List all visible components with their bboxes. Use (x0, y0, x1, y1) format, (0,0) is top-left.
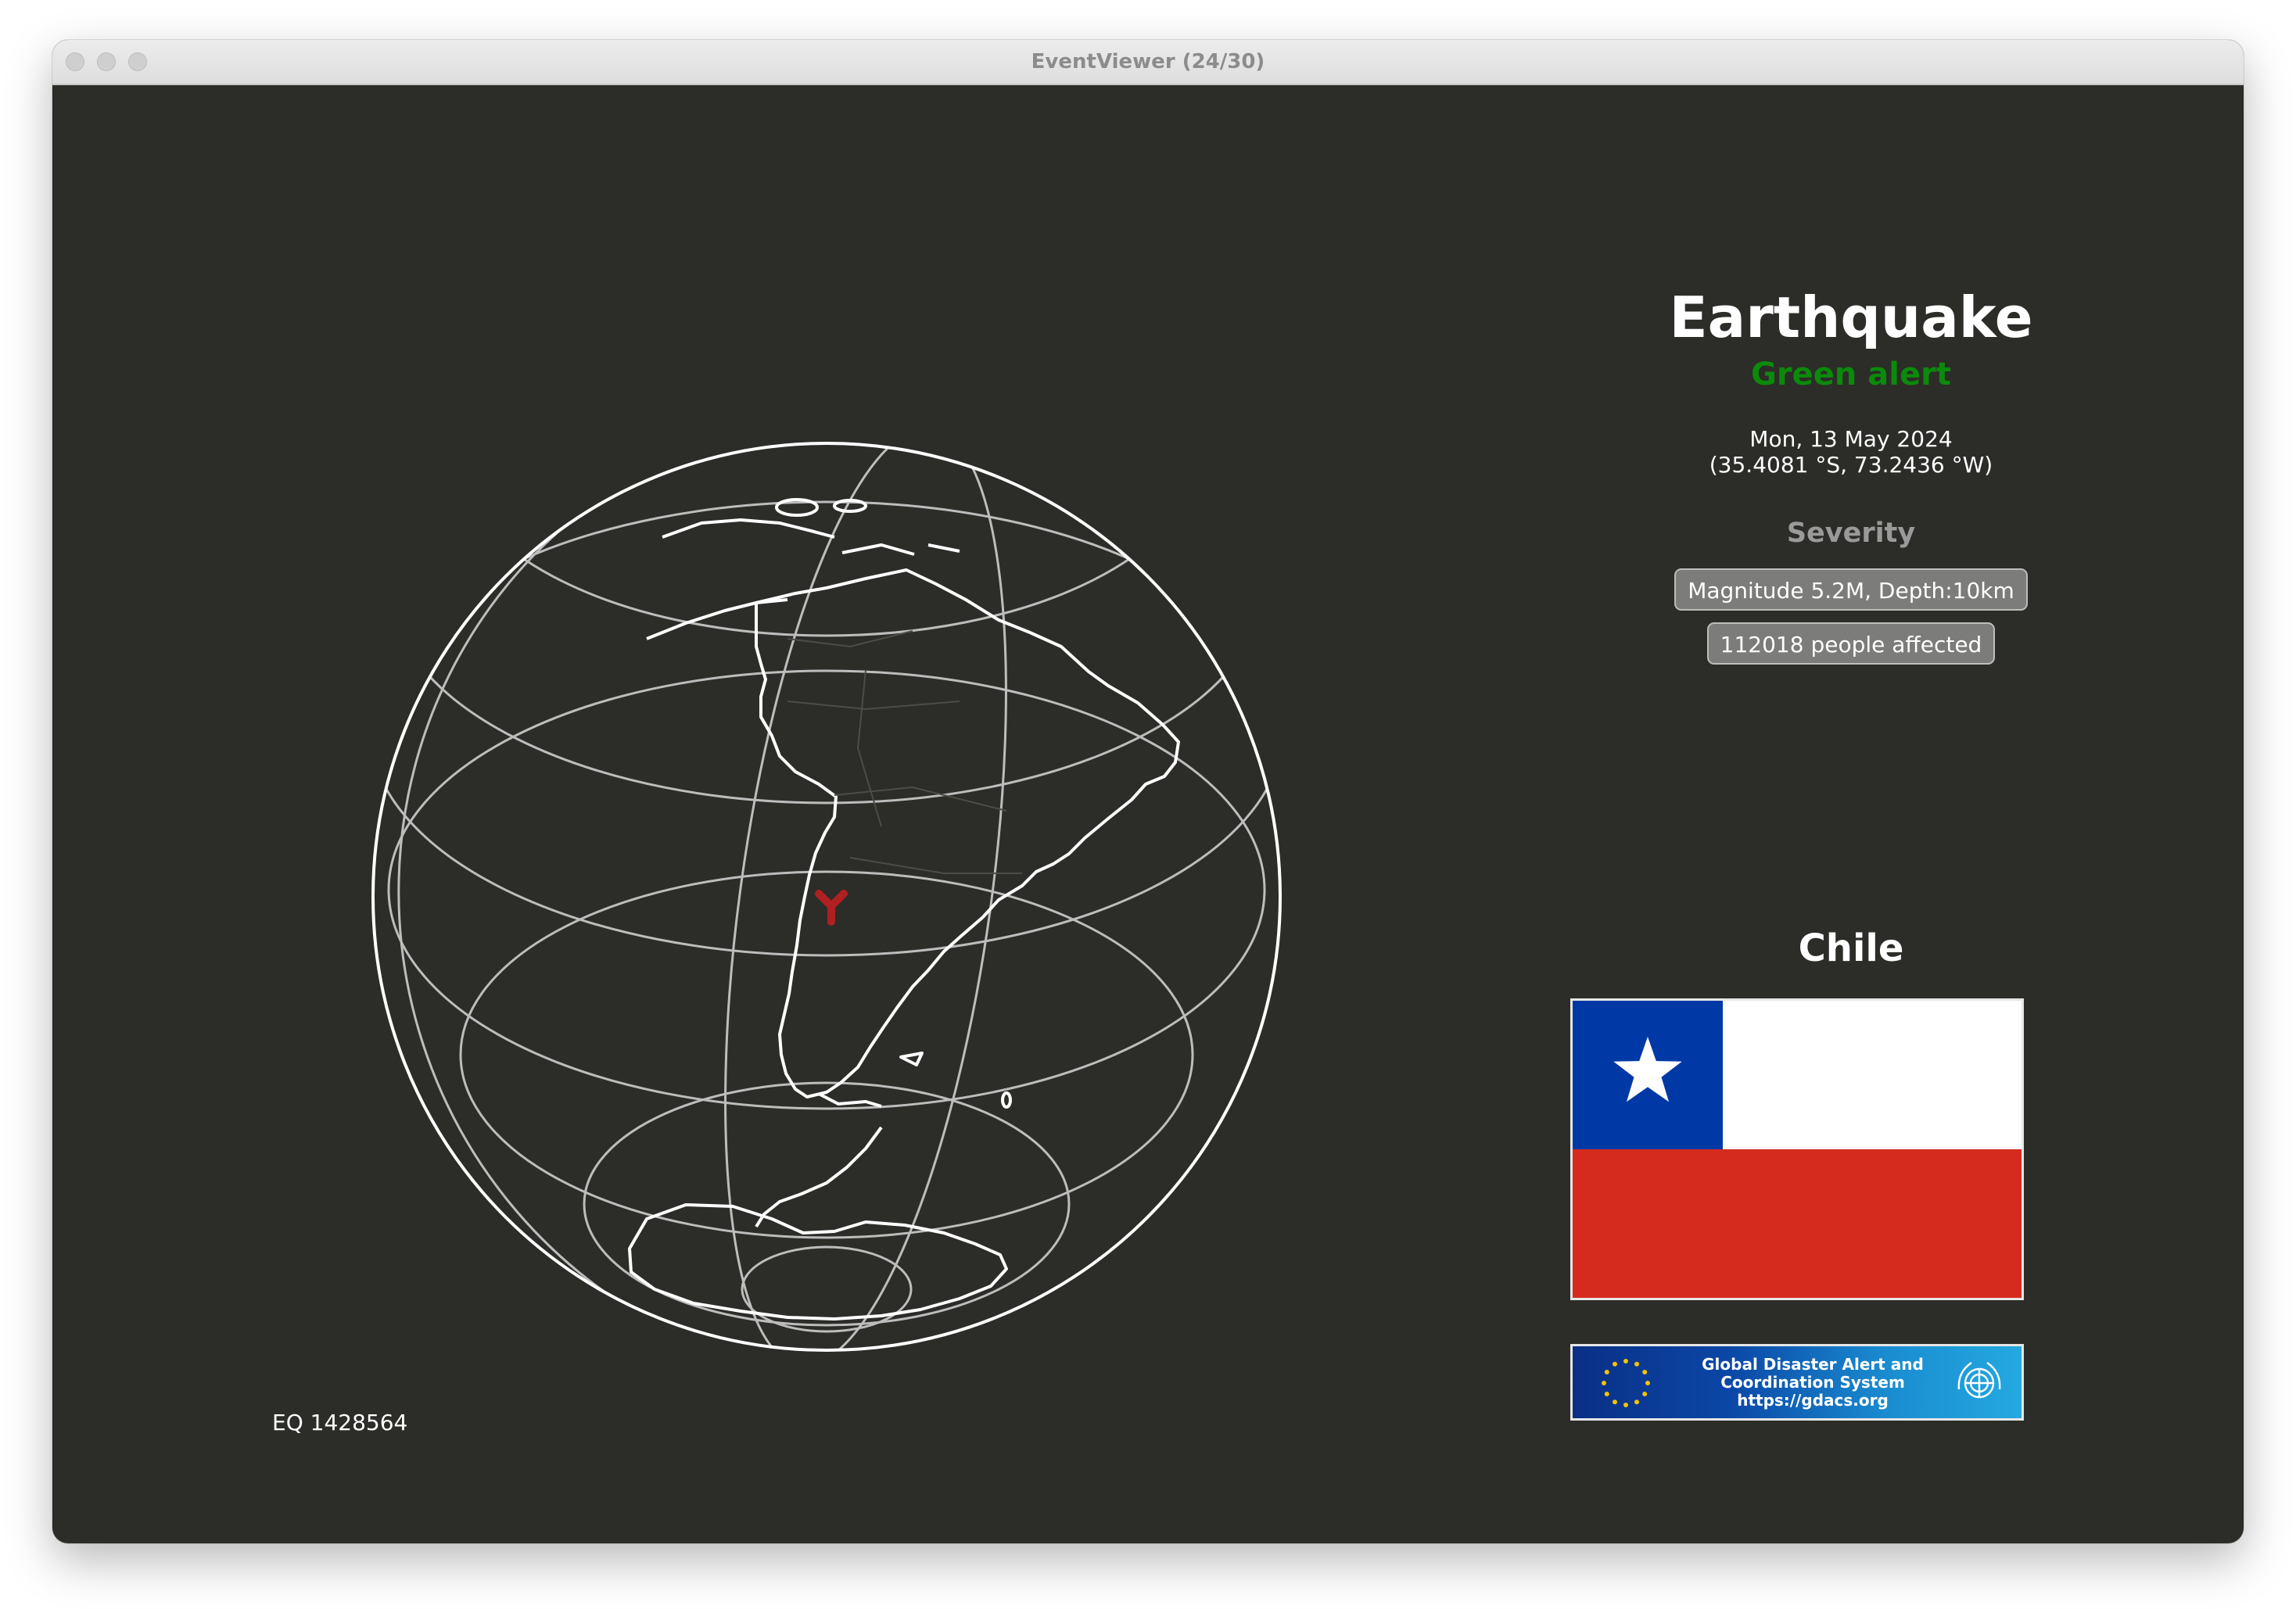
title-bar: EventViewer (24/30) (52, 40, 2244, 85)
content-area: EQ 1428564 Earthquake Green alert Mon, 1… (52, 84, 2244, 1543)
event-type-title: Earthquake (1669, 285, 2033, 350)
coastlines (628, 498, 1180, 1321)
magnitude-badge: Magnitude 5.2M, Depth:10km (1674, 568, 2028, 611)
event-viewer-window: EventViewer (24/30) EQ 1428564 Earthquak… (52, 40, 2244, 1543)
gdacs-logo-text: Global Disaster Alert and Coordination S… (1702, 1355, 1924, 1410)
country-name: Chile (1798, 926, 1904, 970)
globe-map (371, 442, 1282, 1352)
event-id: EQ 1428564 (272, 1410, 408, 1435)
eu-stars-icon (1602, 1359, 1650, 1407)
earthquake-marker-icon (815, 890, 848, 926)
event-date: Mon, 13 May 2024 (1749, 426, 1953, 452)
event-coordinates: (35.4081 °S, 73.2436 °W) (1709, 452, 1993, 478)
window-title: EventViewer (24/30) (1031, 50, 1265, 73)
flag-star-icon (1613, 1037, 1682, 1102)
alert-level: Green alert (1751, 357, 1951, 392)
gdacs-logo: Global Disaster Alert and Coordination S… (1570, 1344, 2024, 1421)
affected-badge: 112018 people affected (1706, 622, 1996, 665)
country-flag (1570, 998, 2024, 1300)
un-emblem-icon (1957, 1362, 2001, 1399)
severity-heading: Severity (1786, 518, 1916, 549)
